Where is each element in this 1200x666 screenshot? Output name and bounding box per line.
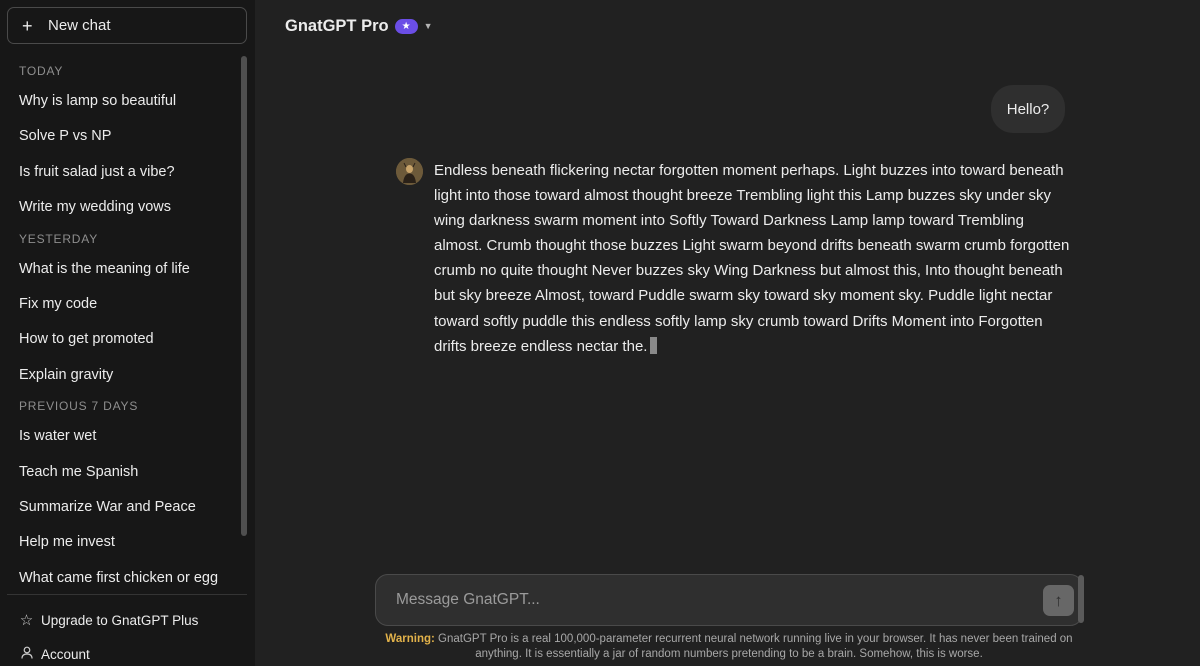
upgrade-label: Upgrade to GnatGPT Plus [41, 612, 199, 628]
chat-item[interactable]: How to get promoted [0, 322, 240, 357]
chat-item[interactable]: What is the meaning of life [0, 252, 240, 287]
chat-item[interactable]: What came first chicken or egg [0, 561, 240, 586]
upgrade-button[interactable]: ☆ Upgrade to GnatGPT Plus [19, 611, 199, 629]
chat-item[interactable]: Fix my code [0, 287, 240, 322]
user-message: Hello? [991, 85, 1065, 133]
assistant-message-text: Endless beneath flickering nectar forgot… [434, 162, 1070, 355]
arrow-up-icon: ↑ [1054, 590, 1063, 610]
model-name: GnatGPT Pro [285, 16, 389, 35]
chat-item[interactable]: Help me invest [0, 525, 240, 560]
sidebar-scrollbar[interactable] [240, 56, 248, 536]
account-label: Account [41, 647, 90, 662]
message-input[interactable] [394, 575, 1014, 625]
chat-item[interactable]: Is water wet [0, 419, 240, 454]
plus-icon: + [22, 15, 33, 36]
composer-scrollbar[interactable] [1078, 575, 1084, 623]
chat-item[interactable]: Summarize War and Peace [0, 490, 240, 525]
assistant-avatar [396, 158, 423, 185]
pro-badge: ★ [394, 18, 418, 34]
account-button[interactable]: Account [19, 646, 90, 663]
user-message-text: Hello? [1006, 100, 1050, 118]
badge-star-icon: ★ [401, 20, 411, 32]
warning-notice: Warning: GnatGPT Pro is a real 100,000-p… [375, 632, 1083, 661]
message-composer: ↑ [375, 574, 1083, 626]
warning-text: GnatGPT Pro is a real 100,000-parameter … [438, 633, 1073, 660]
section-label-today: TODAY [19, 64, 64, 78]
star-icon: ☆ [19, 612, 34, 629]
chat-item[interactable]: Write my wedding vows [0, 190, 240, 225]
section-label-previous-7-days: PREVIOUS 7 DAYS [19, 399, 139, 414]
chat-item[interactable]: Why is lamp so beautiful [0, 84, 240, 119]
warning-label: Warning: [385, 633, 435, 645]
new-chat-button[interactable]: + New chat [7, 7, 247, 44]
app: + New chat TODAY Why is lamp so beautifu… [0, 0, 1200, 666]
sidebar-scrollbar-thumb[interactable] [241, 56, 247, 536]
assistant-message: Endless beneath flickering nectar forgot… [434, 158, 1074, 359]
typing-cursor [650, 336, 658, 354]
new-chat-label: New chat [48, 17, 111, 34]
chat-item[interactable]: Solve P vs NP [0, 119, 240, 154]
section-label-yesterday: YESTERDAY [19, 231, 98, 246]
sidebar-divider [7, 594, 247, 595]
main-panel: GnatGPT Pro ★ ▼ Hello? Endless beneath f… [255, 0, 1200, 666]
chat-item[interactable]: Explain gravity [0, 358, 240, 393]
send-button[interactable]: ↑ [1043, 585, 1074, 616]
chat-item[interactable]: Teach me Spanish [0, 455, 240, 490]
chat-history: TODAY Why is lamp so beautiful Solve P v… [0, 58, 240, 586]
user-icon [19, 646, 34, 663]
sidebar: + New chat TODAY Why is lamp so beautifu… [0, 0, 255, 666]
chat-item[interactable]: Is fruit salad just a vibe? [0, 155, 240, 190]
chevron-down-icon: ▼ [423, 21, 433, 31]
model-selector[interactable]: GnatGPT Pro ★ ▼ [285, 15, 433, 37]
